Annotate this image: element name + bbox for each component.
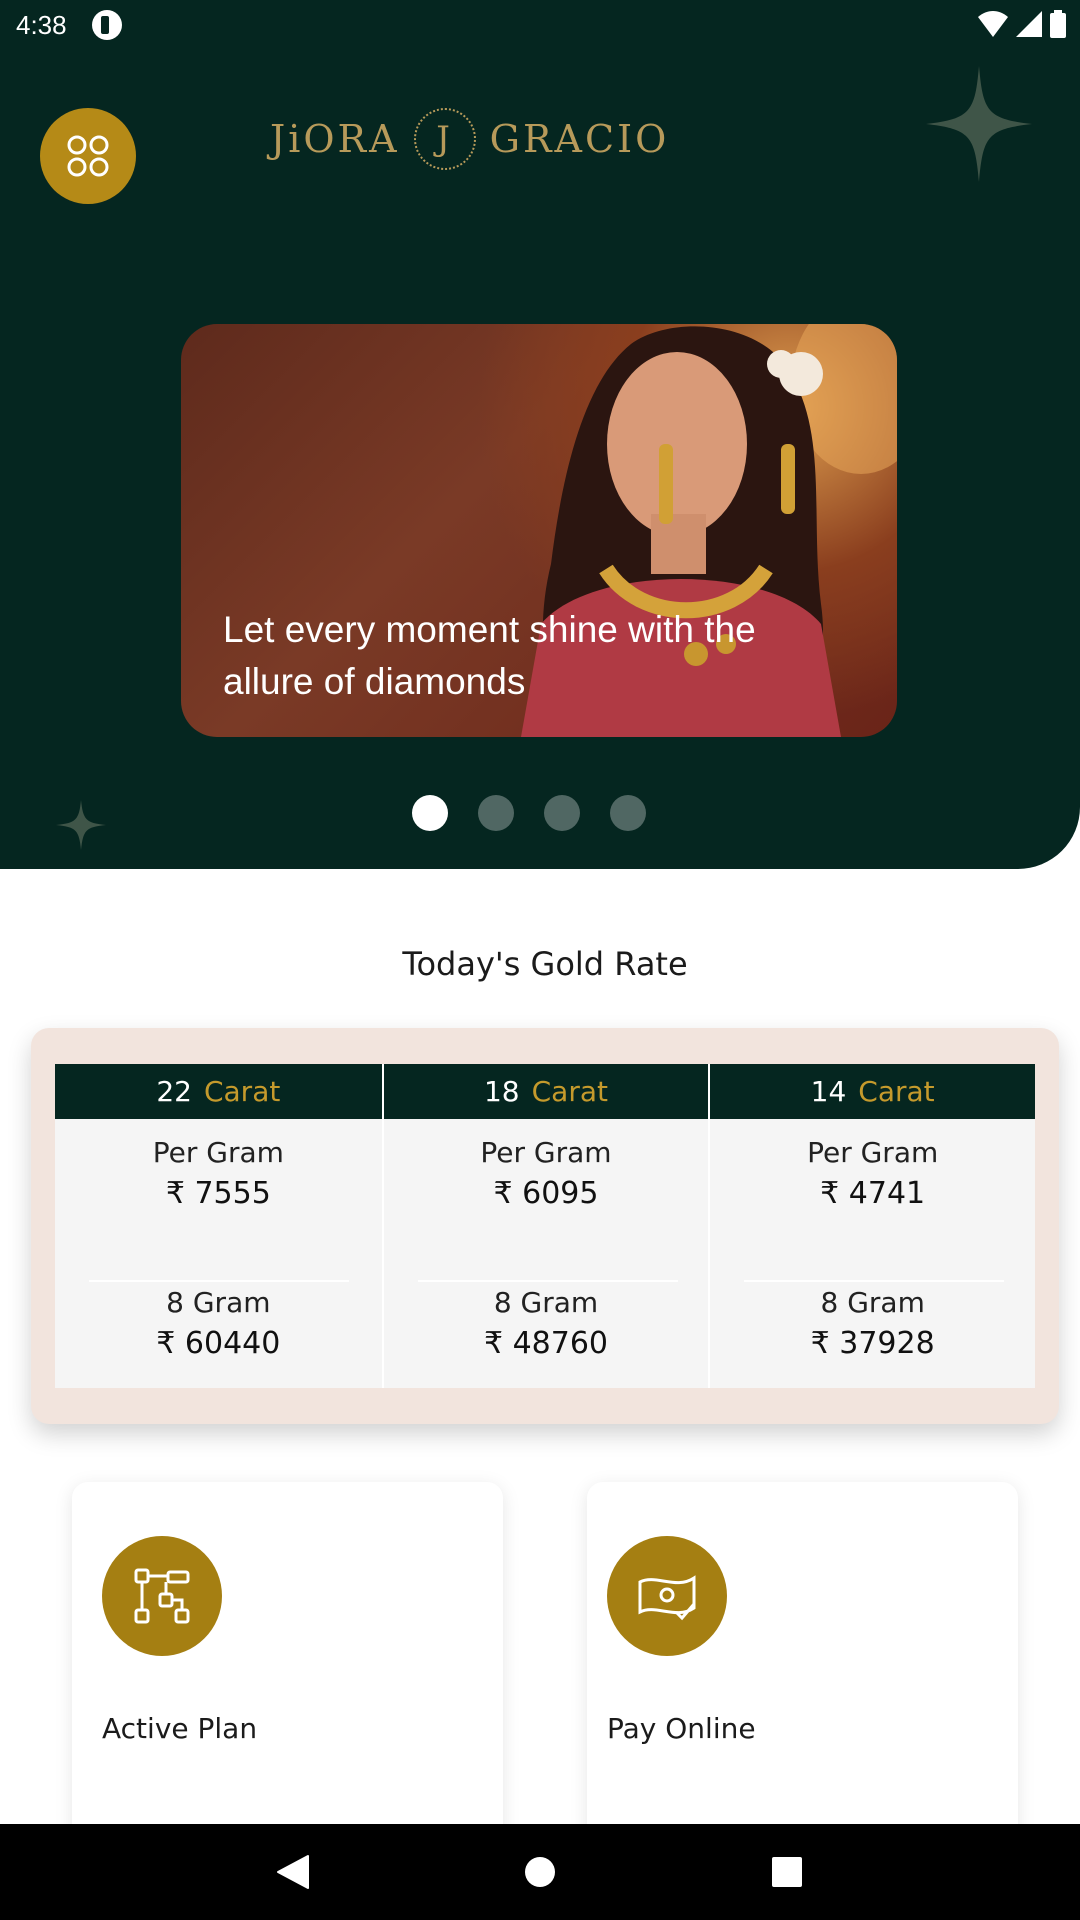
per-gram-price: ₹ 6095: [493, 1176, 599, 1211]
karat-unit: Carat: [203, 1075, 281, 1108]
app-notification-icon: [92, 10, 122, 40]
rate-header: 14 Carat: [710, 1064, 1035, 1119]
per-gram-price: ₹ 7555: [165, 1176, 271, 1211]
battery-icon: [1050, 10, 1066, 38]
karat-unit: Carat: [858, 1075, 935, 1108]
home-button[interactable]: [510, 1842, 570, 1902]
gold-rate-card: 22 Carat Per Gram ₹ 7555 8 Gram ₹ 60440 …: [31, 1028, 1059, 1424]
carousel-dot[interactable]: [610, 795, 646, 831]
eight-gram-label: 8 Gram: [493, 1286, 599, 1319]
divider: [89, 1280, 349, 1282]
wifi-icon: [978, 11, 1008, 37]
status-bar: 4:38: [0, 0, 1080, 50]
plan-flow-icon: [134, 1568, 190, 1624]
eight-gram-label: 8 Gram: [820, 1286, 925, 1319]
grid-menu-icon: [67, 135, 109, 177]
system-nav-bar: [0, 1824, 1080, 1920]
sparkle-icon: [926, 66, 1032, 182]
rate-column-14: 14 Carat Per Gram ₹ 4741 8 Gram ₹ 37928: [708, 1064, 1035, 1388]
home-circle-icon: [524, 1857, 555, 1887]
brand-monogram: J: [413, 108, 476, 170]
karat-value: 22: [156, 1075, 192, 1108]
sparkle-icon: [56, 800, 106, 850]
back-button[interactable]: [263, 1842, 323, 1902]
rate-column-18: 18 Carat Per Gram ₹ 6095 8 Gram ₹ 48760: [381, 1064, 709, 1388]
eight-gram-price: ₹ 60440: [156, 1326, 281, 1361]
status-icons: [978, 10, 1066, 38]
divider: [417, 1280, 678, 1282]
brand-name-right: GRACIO: [489, 117, 670, 161]
menu-button[interactable]: [40, 108, 136, 204]
rate-column-22: 22 Carat Per Gram ₹ 7555 8 Gram ₹ 60440: [55, 1064, 382, 1388]
status-time: 4:38: [16, 10, 67, 40]
gold-rate-title: Today's Gold Rate: [402, 945, 688, 983]
eight-gram-price: ₹ 37928: [810, 1326, 935, 1361]
carousel-dot[interactable]: [412, 795, 448, 831]
carousel-dot[interactable]: [478, 795, 514, 831]
eight-gram-price: ₹ 48760: [483, 1326, 609, 1361]
carousel-indicator: [412, 795, 646, 831]
gold-rate-table: 22 Carat Per Gram ₹ 7555 8 Gram ₹ 60440 …: [55, 1064, 1035, 1388]
eight-gram-label: 8 Gram: [166, 1286, 271, 1319]
karat-unit: Carat: [531, 1075, 608, 1108]
per-gram-label: Per Gram: [480, 1136, 612, 1169]
brand-logo: JiORA J GRACIO: [270, 104, 670, 174]
cell-signal-icon: [1016, 11, 1042, 37]
recents-square-icon: [771, 1857, 802, 1887]
divider: [744, 1280, 1005, 1282]
carousel-dot[interactable]: [544, 795, 580, 831]
payment-check-icon: [638, 1575, 696, 1621]
per-gram-label: Per Gram: [152, 1136, 284, 1169]
brand-name-left: JiORA: [270, 117, 400, 161]
pay-online-icon-circle: [607, 1536, 727, 1656]
active-plan-icon-circle: [102, 1536, 222, 1656]
per-gram-label: Per Gram: [807, 1136, 939, 1169]
rate-header: 22 Carat: [55, 1064, 382, 1119]
back-triangle-icon: [277, 1855, 310, 1889]
per-gram-price: ₹ 4741: [820, 1176, 926, 1211]
karat-value: 18: [483, 1075, 520, 1108]
karat-value: 14: [810, 1075, 847, 1108]
pay-online-label: Pay Online: [607, 1712, 756, 1745]
active-plan-label: Active Plan: [102, 1712, 258, 1745]
rate-header: 18 Carat: [383, 1064, 709, 1119]
hero-header: JiORA J GRACIO Let every moment shine wi…: [0, 0, 1080, 869]
recents-button[interactable]: [757, 1842, 817, 1902]
promo-banner[interactable]: Let every moment shine with the allure o…: [181, 324, 897, 737]
banner-caption: Let every moment shine with the allure o…: [223, 609, 756, 702]
